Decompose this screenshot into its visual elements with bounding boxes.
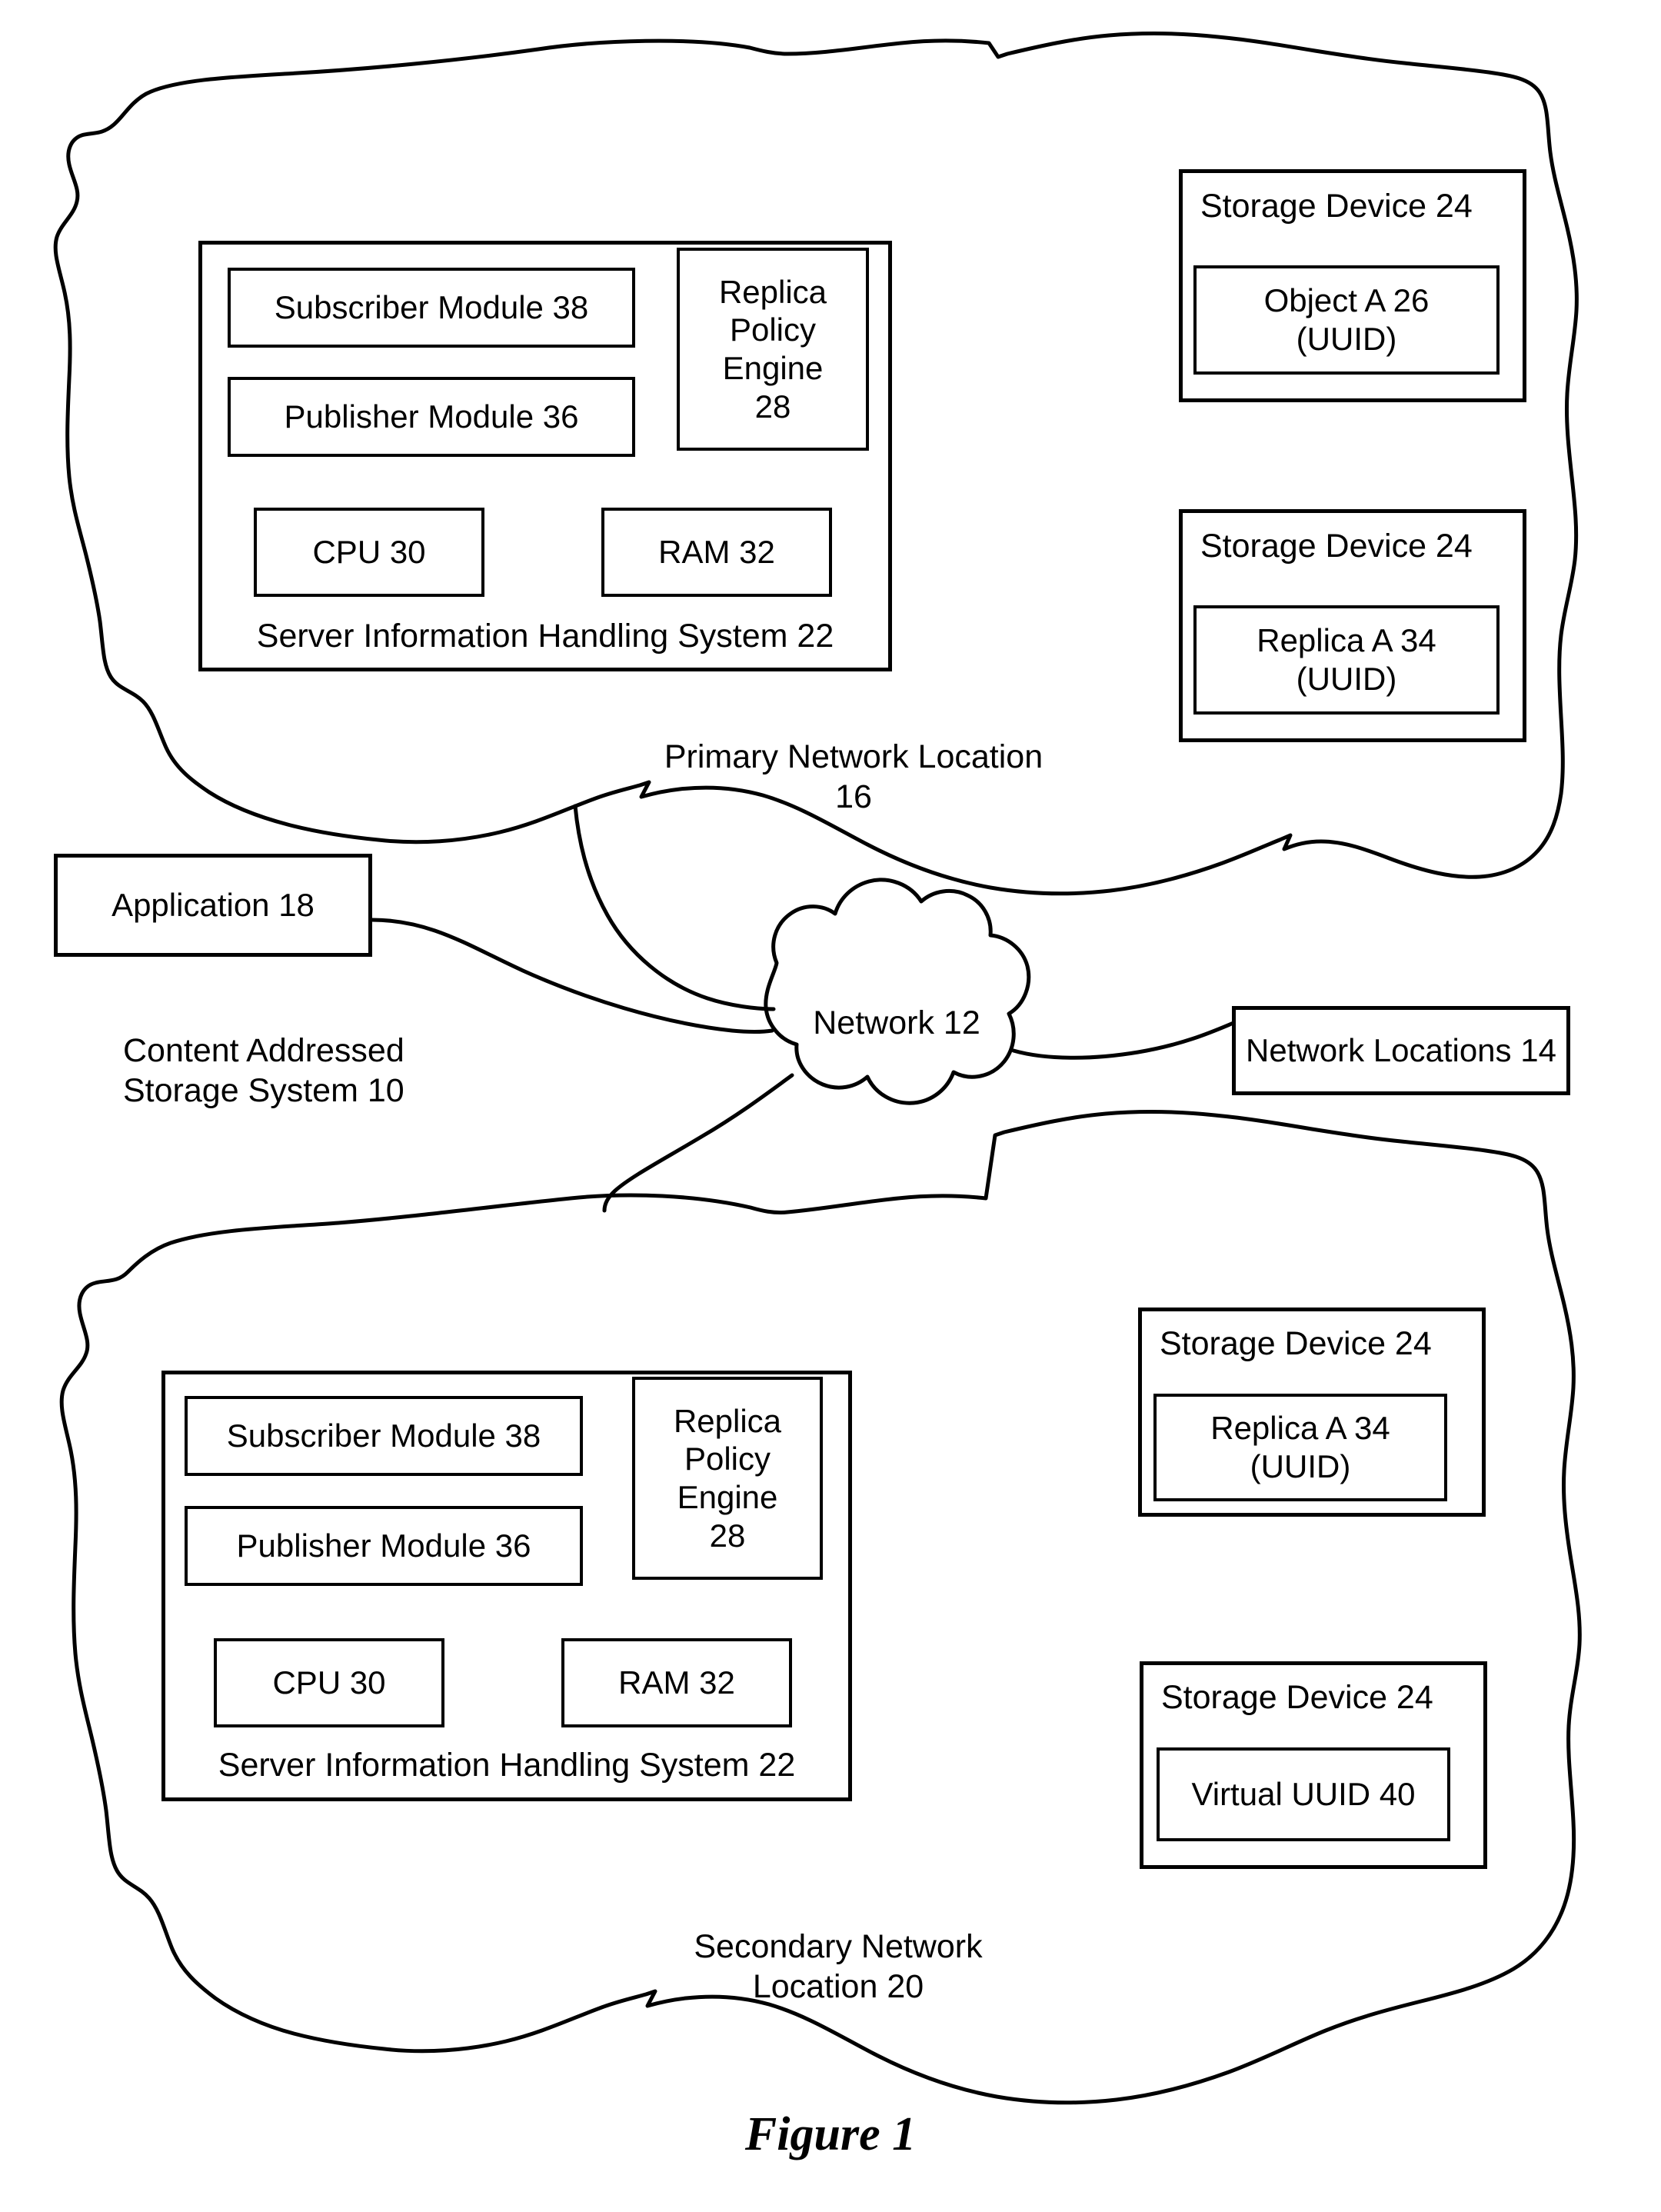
secondary-publisher-module-label: Publisher Module 36 (236, 1527, 531, 1564)
secondary-network-location-label: Secondary Network Location 20 (694, 1928, 983, 2006)
primary-cpu-label: CPU 30 (312, 534, 426, 571)
application-label: Application 18 (112, 887, 315, 924)
network-locations-label: Network Locations 14 (1246, 1032, 1556, 1069)
diagram-content-layer: Subscriber Module 38 Publisher Module 36… (0, 0, 1661, 2212)
secondary-subscriber-module-label: Subscriber Module 38 (226, 1417, 541, 1454)
secondary-storage-device-2-title: Storage Device 24 (1161, 1679, 1433, 1716)
primary-storage-device-1-object-label: Object A 26 (UUID) (1263, 282, 1430, 357)
secondary-storage-device-1-replica-label: Replica A 34 (UUID) (1210, 1410, 1390, 1484)
primary-server-title-label: Server Information Handling System 22 (256, 617, 834, 655)
primary-subscriber-module-label: Subscriber Module 38 (274, 289, 589, 326)
primary-storage-device-2-replica-label: Replica A 34 (UUID) (1257, 622, 1436, 697)
primary-ram-label: RAM 32 (658, 534, 775, 571)
secondary-server-title-label: Server Information Handling System 22 (218, 1746, 796, 1784)
primary-publisher-module-label: Publisher Module 36 (284, 398, 579, 435)
primary-network-location-label: Primary Network Location 16 (664, 738, 1044, 816)
network-cloud-label: Network 12 (813, 1004, 980, 1041)
primary-storage-device-1-title: Storage Device 24 (1200, 188, 1473, 225)
patent-figure: Subscriber Module 38 Publisher Module 36… (0, 0, 1661, 2212)
content-addressed-storage-system-label: Content Addressed Storage System 10 (123, 1032, 404, 1110)
secondary-cpu-label: CPU 30 (272, 1664, 386, 1701)
primary-storage-device-2-title: Storage Device 24 (1200, 528, 1473, 565)
secondary-replica-policy-engine-label: Replica Policy Engine 28 (673, 1402, 782, 1554)
primary-replica-policy-engine-label: Replica Policy Engine 28 (718, 273, 827, 425)
secondary-ram-label: RAM 32 (618, 1664, 735, 1701)
secondary-storage-device-2-virtual-uuid-label: Virtual UUID 40 (1191, 1776, 1416, 1813)
figure-caption: Figure 1 (744, 2108, 917, 2160)
secondary-storage-device-1-title: Storage Device 24 (1160, 1325, 1432, 1362)
